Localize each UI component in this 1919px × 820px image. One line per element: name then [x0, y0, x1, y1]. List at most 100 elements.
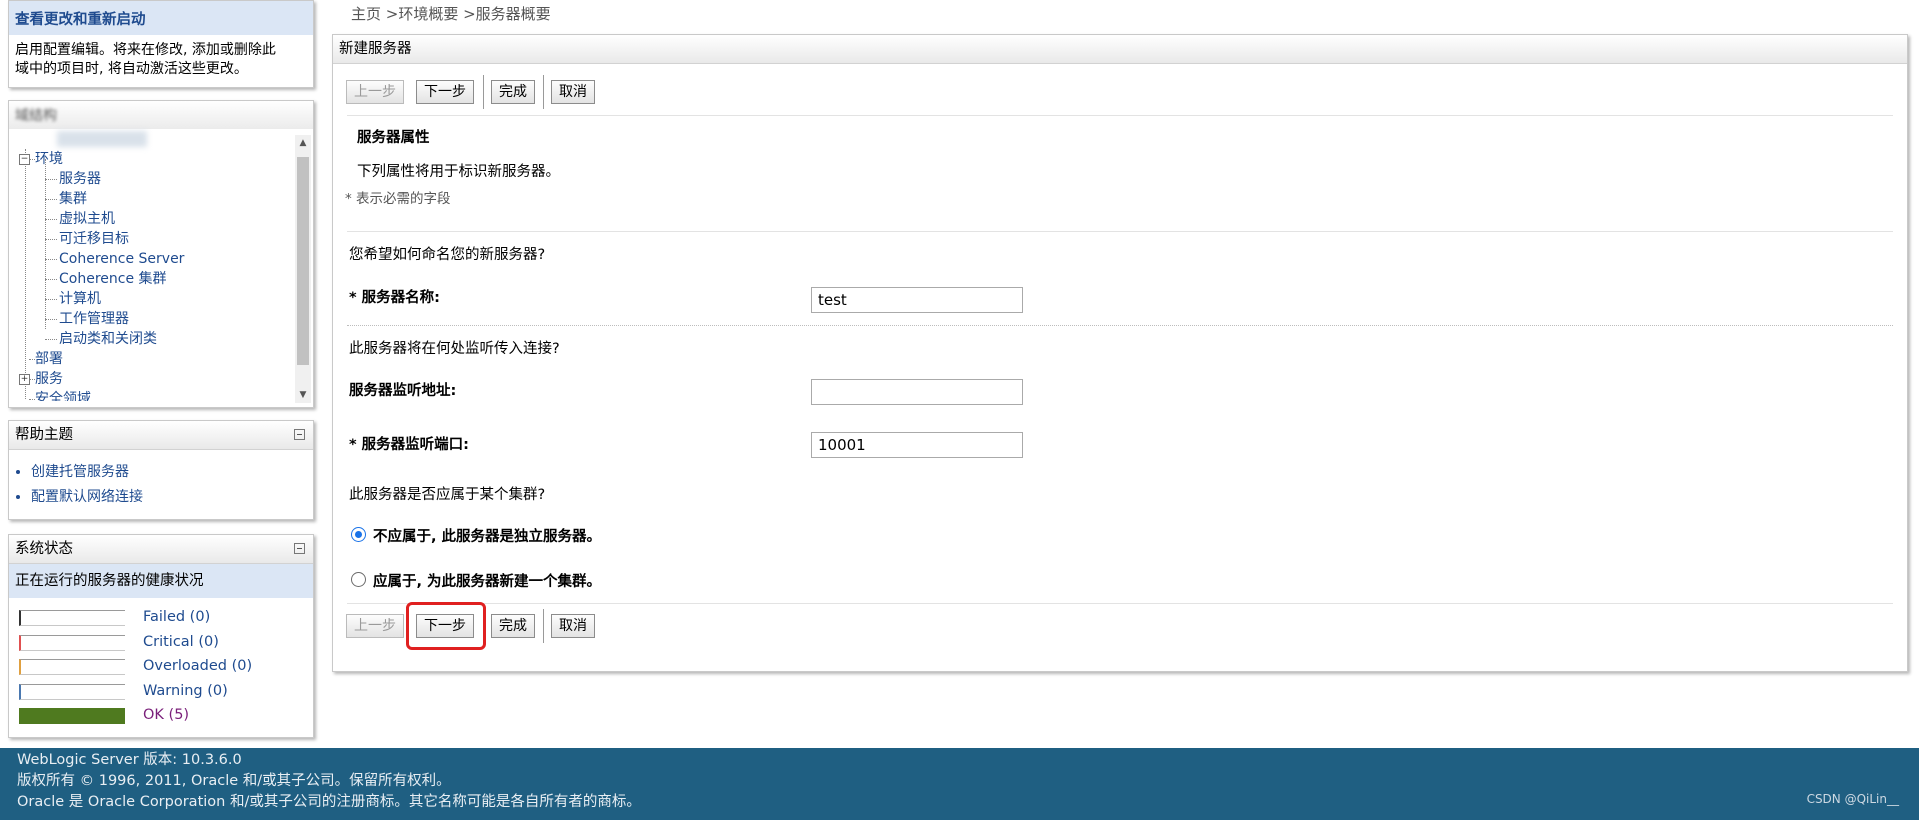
footer: WebLogic Server 版本: 10.3.6.0 版权所有 © 1996… — [0, 748, 1919, 820]
tree-node-environment-label[interactable]: 环境 — [35, 151, 63, 167]
radio-new-cluster[interactable] — [351, 572, 366, 587]
radio-new-cluster-label[interactable]: 应属于, 为此服务器新建一个集群。 — [373, 570, 601, 591]
tree-node-servers[interactable]: 服务器 — [15, 169, 291, 189]
divider — [347, 115, 1893, 116]
highlight-annotation — [406, 602, 486, 650]
radio-standalone-label[interactable]: 不应属于, 此服务器是独立服务器。 — [373, 525, 601, 546]
listen-port-input[interactable] — [811, 432, 1023, 458]
listen-address-input[interactable] — [811, 379, 1023, 405]
collapse-panel-icon[interactable] — [294, 429, 305, 440]
question-name: 您希望如何命名您的新服务器? — [349, 247, 546, 263]
tree-scrollbar[interactable]: ▲ ▼ — [295, 135, 311, 403]
dotted-divider — [347, 325, 1893, 326]
health-label[interactable]: OK (5) — [143, 707, 189, 723]
back-button[interactable]: 上一步 — [346, 80, 404, 104]
scrollbar-thumb[interactable] — [297, 157, 309, 365]
footer-version: WebLogic Server 版本: 10.3.6.0 — [17, 752, 242, 768]
tree-node-deployments[interactable]: 部署 — [15, 349, 291, 369]
domain-structure-header: 域结构 — [9, 101, 313, 129]
health-row-overloaded: Overloaded (0) — [19, 656, 309, 681]
health-bar — [19, 683, 125, 700]
tree-node-services[interactable]: + 服务 — [15, 369, 291, 389]
health-bar — [19, 708, 125, 724]
divider — [347, 603, 1893, 604]
question-cluster: 此服务器是否应属于某个集群? — [349, 487, 546, 503]
listen-address-label: 服务器监听地址: — [349, 383, 457, 399]
expand-icon[interactable]: + — [19, 374, 30, 385]
health-label[interactable]: Overloaded (0) — [143, 658, 252, 674]
collapse-icon[interactable]: − — [19, 154, 30, 165]
finish-button[interactable]: 完成 — [491, 80, 535, 104]
listen-port-label: * 服务器监听端口: — [349, 437, 469, 453]
tree-node-coherence-cluster[interactable]: Coherence 集群 — [15, 269, 291, 289]
tree-node-security-realms[interactable]: 安全领域 — [15, 389, 291, 401]
help-topics-title: 帮助主题 — [15, 427, 73, 443]
button-separator — [543, 75, 544, 109]
server-health-subtitle: 正在运行的服务器的健康状况 — [9, 564, 313, 598]
health-bar — [19, 610, 125, 626]
create-server-title: 新建服务器 — [339, 41, 412, 57]
environment-children: 服务器 集群 虚拟主机 可迁移目标 Coherence Server Coher… — [15, 159, 291, 349]
health-row-warning: Warning (0) — [19, 681, 309, 706]
create-server-panel: 新建服务器 上一步 下一步 完成 取消 服务器属性 下列属性将用于标识新服务器。… — [332, 34, 1908, 672]
section-title: 服务器属性 — [357, 130, 430, 146]
divider — [347, 231, 1893, 232]
tree-node-work-managers[interactable]: 工作管理器 — [15, 309, 291, 329]
finish-button-bottom[interactable]: 完成 — [491, 614, 535, 638]
domain-tree: − 环境 服务器 集群 虚拟主机 可迁移目标 Coherence Server … — [15, 149, 291, 401]
button-separator — [483, 75, 484, 109]
domain-structure-title: 域结构 — [15, 108, 57, 124]
health-row-failed: Failed (0) — [19, 607, 309, 632]
server-name-label: * 服务器名称: — [349, 290, 440, 306]
help-topics-panel: 帮助主题 创建托管服务器 配置默认网络连接 — [8, 420, 314, 520]
breadcrumb[interactable]: 主页 >环境概要 >服务器概要 — [351, 3, 551, 24]
question-listen: 此服务器将在何处监听传入连接? — [349, 341, 560, 357]
health-label[interactable]: Critical (0) — [143, 634, 219, 650]
domain-structure-panel: 域结构 − 环境 服务器 集群 虚拟主机 可迁移目标 Coherence Ser… — [8, 100, 314, 408]
blurred-domain-name — [57, 131, 147, 147]
health-row-ok: OK (5) — [19, 705, 309, 730]
watermark: CSDN @QiLin__ — [1806, 792, 1899, 806]
scroll-down-icon[interactable]: ▼ — [295, 387, 311, 403]
tree-node-coherence-server[interactable]: Coherence Server — [15, 249, 291, 269]
section-description: 下列属性将用于标识新服务器。 — [357, 164, 560, 180]
scroll-up-icon[interactable]: ▲ — [295, 135, 311, 151]
health-list: Failed (0) Critical (0) Overloaded (0) W… — [19, 607, 309, 730]
tree-node-services-label[interactable]: 服务 — [35, 371, 63, 387]
footer-trademark: Oracle 是 Oracle Corporation 和/或其子公司的注册商标… — [17, 794, 641, 810]
health-label[interactable]: Failed (0) — [143, 609, 210, 625]
tree-node-migratable-targets[interactable]: 可迁移目标 — [15, 229, 291, 249]
tree-node-environment[interactable]: − 环境 — [15, 149, 291, 169]
change-center-panel: 查看更改和重新启动 启用配置编辑。将来在修改, 添加或删除此 域中的项目时, 将… — [8, 0, 314, 88]
health-bar — [19, 634, 125, 651]
change-desc-line-1: 启用配置编辑。将来在修改, 添加或删除此 — [15, 42, 276, 58]
button-separator — [543, 609, 544, 643]
cancel-button[interactable]: 取消 — [551, 80, 595, 104]
help-links: 创建托管服务器 配置默认网络连接 — [9, 460, 313, 510]
help-link-default-network[interactable]: 配置默认网络连接 — [31, 489, 143, 505]
system-status-header: 系统状态 — [9, 535, 313, 564]
collapse-panel-icon[interactable] — [294, 543, 305, 554]
view-changes-restart-link[interactable]: 查看更改和重新启动 — [9, 1, 313, 35]
tree-node-clusters[interactable]: 集群 — [15, 189, 291, 209]
change-center-description: 启用配置编辑。将来在修改, 添加或删除此 域中的项目时, 将自动激活这些更改。 — [9, 35, 313, 85]
server-name-input[interactable] — [811, 287, 1023, 313]
create-server-header: 新建服务器 — [333, 35, 1907, 64]
system-status-title: 系统状态 — [15, 541, 73, 557]
tree-node-virtual-hosts[interactable]: 虚拟主机 — [15, 209, 291, 229]
help-topics-header: 帮助主题 — [9, 421, 313, 450]
health-row-critical: Critical (0) — [19, 632, 309, 657]
required-note: * 表示必需的字段 — [345, 191, 451, 207]
next-button[interactable]: 下一步 — [416, 80, 474, 104]
help-link-create-managed-server[interactable]: 创建托管服务器 — [31, 464, 129, 480]
change-desc-line-2: 域中的项目时, 将自动激活这些更改。 — [15, 61, 248, 77]
cancel-button-bottom[interactable]: 取消 — [551, 614, 595, 638]
back-button-bottom[interactable]: 上一步 — [346, 614, 404, 638]
footer-text: WebLogic Server 版本: 10.3.6.0 版权所有 © 1996… — [17, 750, 641, 813]
footer-copyright: 版权所有 © 1996, 2011, Oracle 和/或其子公司。保留所有权利… — [17, 773, 451, 789]
system-status-panel: 系统状态 正在运行的服务器的健康状况 Failed (0) Critical (… — [8, 534, 314, 738]
tree-node-startup-shutdown[interactable]: 启动类和关闭类 — [15, 329, 291, 349]
radio-standalone[interactable] — [351, 527, 366, 542]
health-label[interactable]: Warning (0) — [143, 683, 228, 699]
tree-node-machines[interactable]: 计算机 — [15, 289, 291, 309]
